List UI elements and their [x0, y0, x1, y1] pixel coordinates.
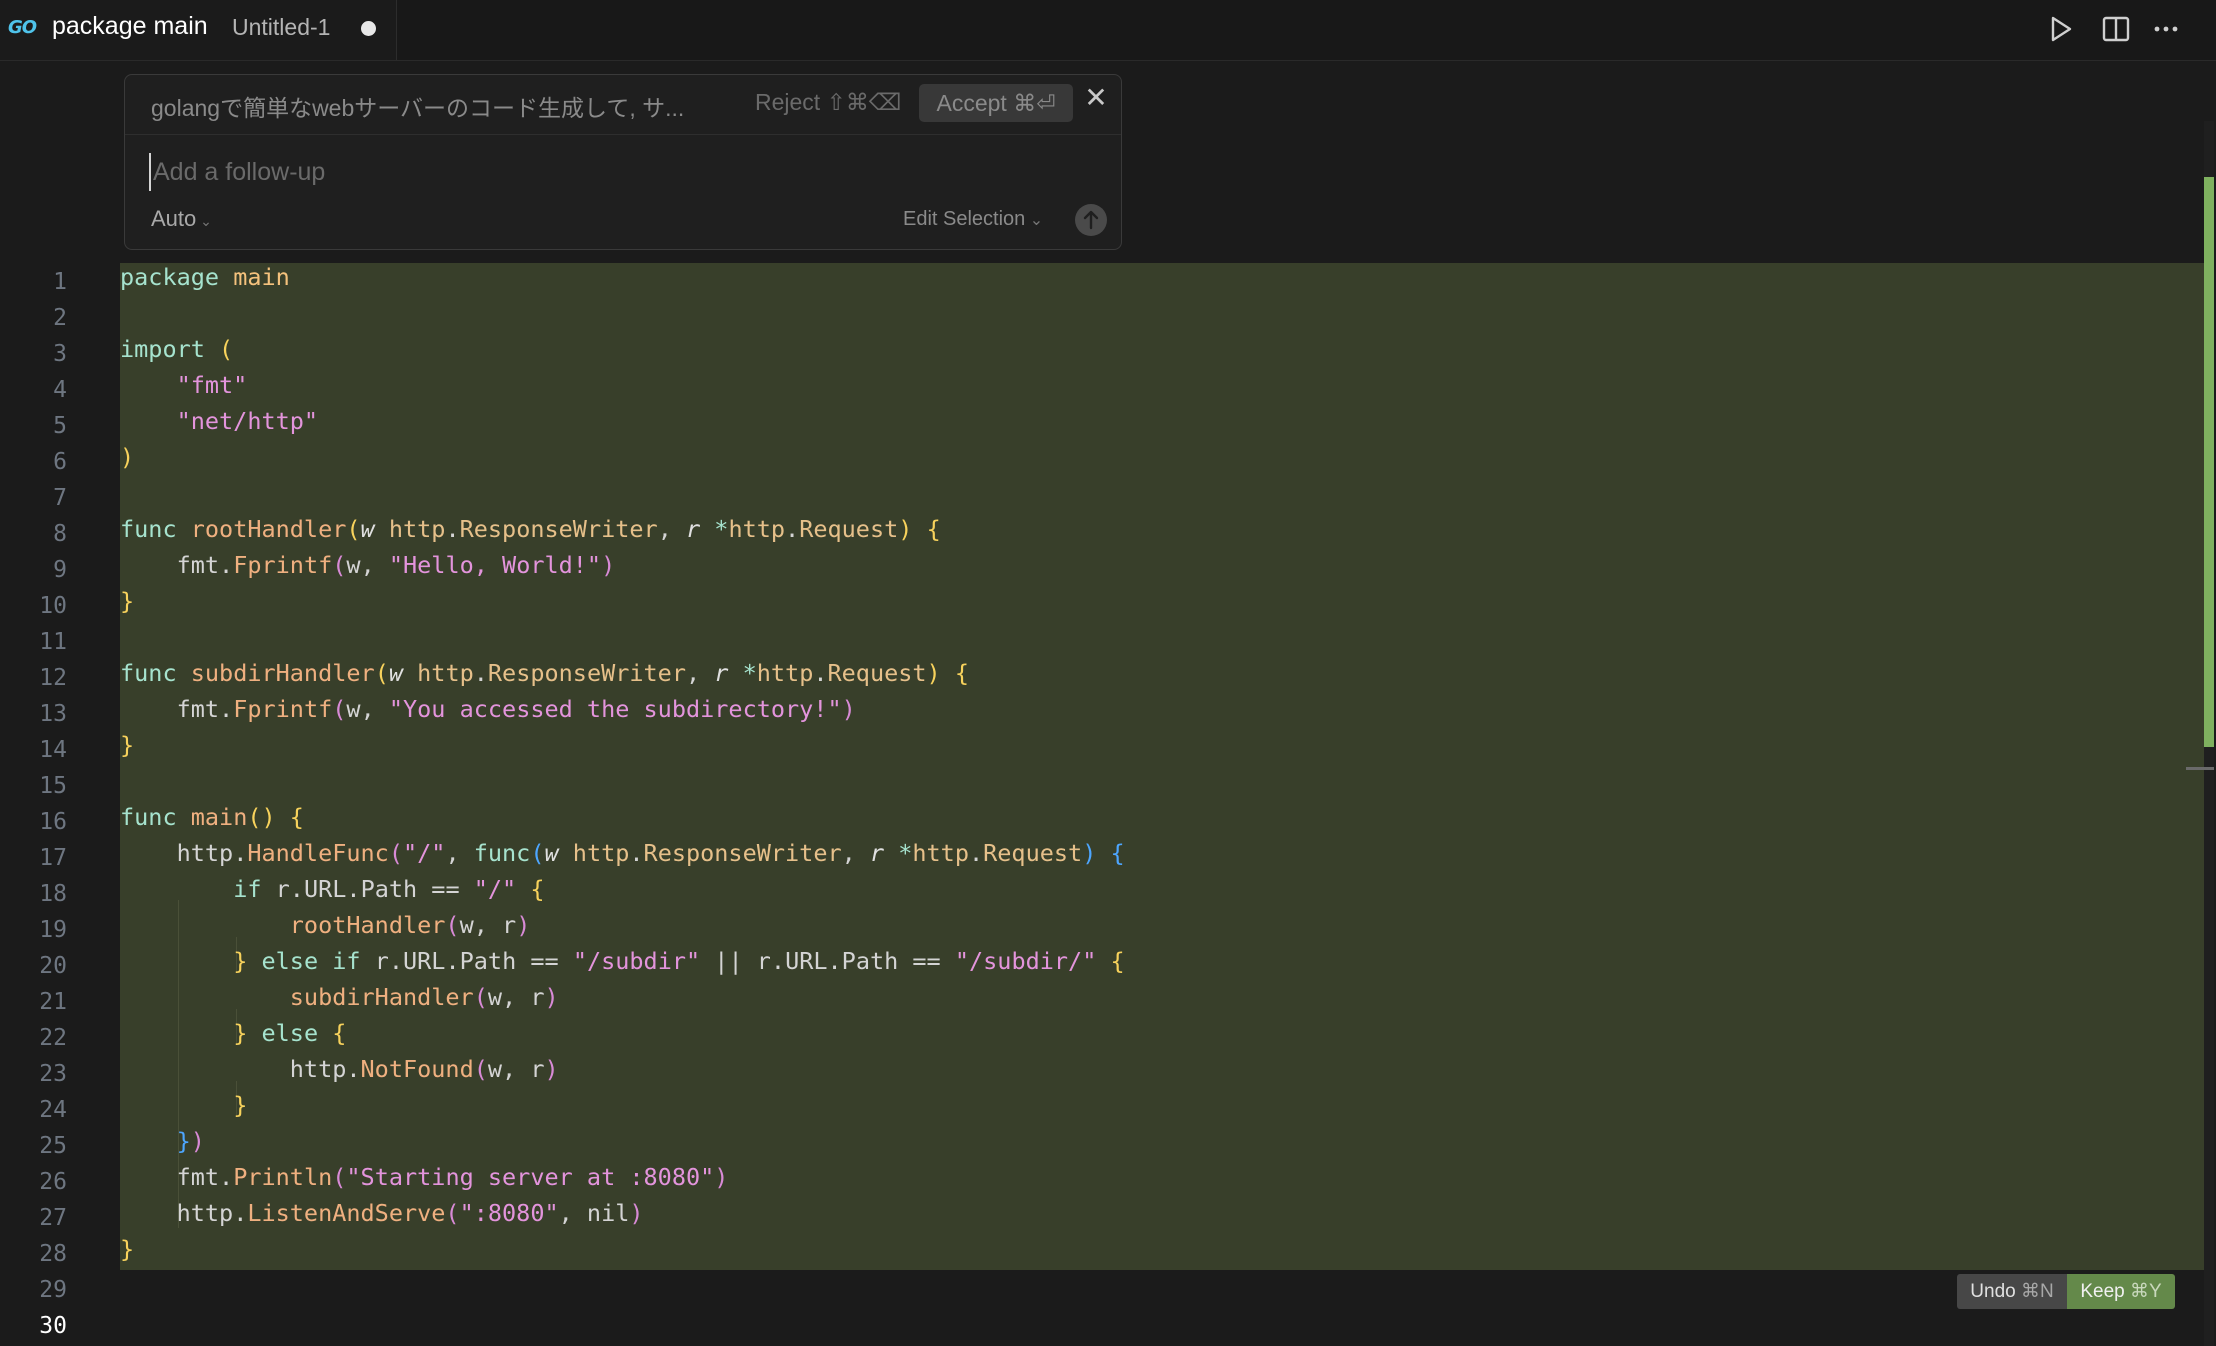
- line-number: 5: [53, 413, 67, 439]
- line-number: 11: [39, 629, 67, 655]
- keep-shortcut: ⌘Y: [2129, 1281, 2162, 1302]
- editor-tab[interactable]: GO package main Untitled-1: [0, 0, 397, 60]
- chevron-down-icon: ⌄: [196, 213, 212, 229]
- line-number: 23: [39, 1061, 67, 1087]
- line-number: 15: [39, 773, 67, 799]
- panel-divider: [125, 134, 1121, 135]
- undo-shortcut: ⌘N: [2020, 1281, 2054, 1302]
- model-label: Auto: [151, 206, 197, 231]
- code-line[interactable]: func main() {: [120, 803, 304, 839]
- code-line[interactable]: func subdirHandler(w http.ResponseWriter…: [120, 659, 969, 695]
- scrollbar-thumb[interactable]: [2204, 177, 2214, 747]
- line-number: 4: [53, 377, 67, 403]
- code-line[interactable]: }): [120, 1127, 205, 1163]
- code-line[interactable]: } else if r.URL.Path == "/subdir" || r.U…: [120, 947, 1124, 983]
- line-number: 26: [39, 1169, 67, 1195]
- code-line[interactable]: fmt.Fprintf(w, "Hello, World!"): [120, 551, 616, 587]
- code-line[interactable]: import (: [120, 335, 233, 371]
- more-icon[interactable]: [2149, 12, 2183, 46]
- line-number: 13: [39, 701, 67, 727]
- keep-label: Keep: [2080, 1281, 2125, 1302]
- title-bar: GO package main Untitled-1: [0, 0, 2216, 61]
- code-line[interactable]: http.ListenAndServe(":8080", nil): [120, 1199, 644, 1235]
- line-number: 3: [53, 341, 67, 367]
- line-number: 22: [39, 1025, 67, 1051]
- line-number: 12: [39, 665, 67, 691]
- line-number: 6: [53, 449, 67, 475]
- line-number: 27: [39, 1205, 67, 1231]
- send-icon[interactable]: [1075, 204, 1107, 236]
- tab-title: package main: [52, 12, 208, 40]
- editor-area[interactable]: 1 2 3 4 5 6 7 8 9 10 11 12 13 14 15 16 17 18 19 20 21 22 23 24 2…: [0, 61, 2216, 1346]
- line-number: 14: [39, 737, 67, 763]
- line-number: 24: [39, 1097, 67, 1123]
- undo-button[interactable]: Undo ⌘N: [1957, 1274, 2067, 1309]
- mode-selector[interactable]: Edit Selection ⌄: [903, 208, 1043, 231]
- code-line[interactable]: } else {: [120, 1019, 346, 1055]
- line-number: 8: [53, 521, 67, 547]
- line-number: 7: [53, 485, 67, 511]
- undo-label: Undo: [1970, 1281, 2016, 1302]
- line-number: 16: [39, 809, 67, 835]
- scrollbar-marker: [2186, 767, 2214, 770]
- code-line[interactable]: }: [120, 587, 134, 623]
- model-selector[interactable]: Auto ⌄: [151, 206, 212, 232]
- line-number: 17: [39, 845, 67, 871]
- line-number: 25: [39, 1133, 67, 1159]
- tab-filename: Untitled-1: [232, 14, 331, 40]
- line-number: 19: [39, 917, 67, 943]
- line-number: 2: [53, 305, 67, 331]
- code-line[interactable]: ): [120, 443, 134, 479]
- go-file-icon: GO: [8, 17, 37, 38]
- line-number: 29: [39, 1277, 67, 1303]
- line-number: 18: [39, 881, 67, 907]
- code-line[interactable]: rootHandler(w, r): [120, 911, 531, 947]
- diff-added-region: [120, 263, 2204, 1270]
- code-line[interactable]: http.NotFound(w, r): [120, 1055, 559, 1091]
- code-line[interactable]: fmt.Fprintf(w, "You accessed the subdire…: [120, 695, 856, 731]
- code-line[interactable]: }: [120, 1091, 247, 1127]
- play-icon[interactable]: [2043, 12, 2077, 46]
- followup-input[interactable]: [149, 153, 1015, 191]
- line-number: 21: [39, 989, 67, 1015]
- code-line[interactable]: "net/http": [120, 407, 318, 443]
- code-line[interactable]: if r.URL.Path == "/" {: [120, 875, 544, 911]
- keep-button[interactable]: Keep ⌘Y: [2067, 1274, 2175, 1309]
- code-line[interactable]: package main: [120, 263, 290, 299]
- line-number: 1: [53, 269, 67, 295]
- reject-button[interactable]: Reject ⇧⌘⌫: [755, 89, 901, 116]
- line-number: 30: [39, 1313, 67, 1339]
- mode-label: Edit Selection: [903, 208, 1026, 230]
- line-number: 20: [39, 953, 67, 979]
- line-number: 10: [39, 593, 67, 619]
- code-line[interactable]: func rootHandler(w http.ResponseWriter, …: [120, 515, 941, 551]
- split-editor-icon[interactable]: [2099, 12, 2133, 46]
- line-number: 9: [53, 557, 67, 583]
- code-line[interactable]: }: [120, 1235, 134, 1271]
- chevron-down-icon: ⌄: [1025, 212, 1044, 229]
- code-line[interactable]: http.HandleFunc("/", func(w http.Respons…: [120, 839, 1125, 875]
- close-icon[interactable]: ✕: [1081, 83, 1111, 113]
- unsaved-indicator[interactable]: [361, 21, 376, 36]
- prompt-summary[interactable]: golangで簡単なwebサーバーのコード生成して, サ...: [151, 89, 684, 123]
- code-line[interactable]: fmt.Println("Starting server at :8080"): [120, 1163, 729, 1199]
- line-number: 28: [39, 1241, 67, 1267]
- inline-chat-panel: golangで簡単なwebサーバーのコード生成して, サ... Reject ⇧…: [124, 74, 1122, 250]
- code-line[interactable]: subdirHandler(w, r): [120, 983, 559, 1019]
- accept-button[interactable]: Accept ⌘⏎: [919, 84, 1073, 122]
- code-line[interactable]: }: [120, 731, 134, 767]
- code-line[interactable]: "fmt": [120, 371, 248, 407]
